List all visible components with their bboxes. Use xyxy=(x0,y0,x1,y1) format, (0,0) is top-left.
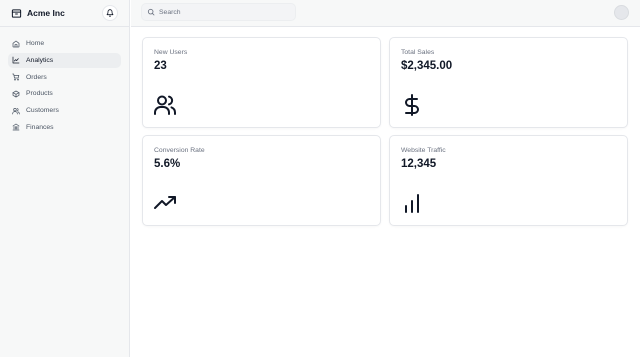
stat-card-conversion-rate: Conversion Rate 5.6% xyxy=(142,135,381,226)
search-icon xyxy=(147,8,155,16)
bar-chart-icon xyxy=(400,191,424,215)
package-icon xyxy=(11,8,22,19)
card-label: Total Sales xyxy=(401,49,435,56)
package-icon xyxy=(12,90,20,98)
sidebar-item-label: Analytics xyxy=(26,56,54,64)
line-chart-icon xyxy=(12,56,20,64)
bank-icon xyxy=(12,123,20,131)
shopping-cart-icon xyxy=(12,73,20,81)
card-label: Website Traffic xyxy=(401,147,446,154)
card-value: 23 xyxy=(154,60,167,72)
sidebar-item-label: Customers xyxy=(26,107,59,115)
stat-card-website-traffic: Website Traffic 12,345 xyxy=(389,135,628,226)
sidebar-item-label: Home xyxy=(26,40,45,47)
sidebar-item-label: Orders xyxy=(26,73,47,81)
sidebar-item-customers[interactable]: Customers xyxy=(8,103,121,118)
card-value: 12,345 xyxy=(401,158,437,170)
card-label: Conversion Rate xyxy=(154,147,205,154)
top-bar xyxy=(131,0,640,27)
sidebar-item-orders[interactable]: Orders xyxy=(8,70,121,85)
sidebar-item-products[interactable]: Products xyxy=(8,86,121,101)
card-value: 5.6% xyxy=(154,158,181,170)
sidebar-item-finances[interactable]: Finances xyxy=(8,120,121,135)
home-icon xyxy=(12,40,20,48)
bell-icon xyxy=(106,9,114,17)
card-value: $2,345.00 xyxy=(401,60,453,72)
card-label: New Users xyxy=(154,49,188,56)
brand-name[interactable]: Acme Inc xyxy=(27,8,65,18)
sidebar-item-label: Finances xyxy=(26,123,54,131)
users-icon xyxy=(12,107,20,115)
search-box[interactable] xyxy=(141,3,296,21)
stat-card-new-users: New Users 23 xyxy=(142,37,381,128)
sidebar-item-home[interactable]: Home xyxy=(8,36,121,51)
notifications-button[interactable] xyxy=(102,5,118,21)
stat-card-total-sales: Total Sales $2,345.00 xyxy=(389,37,628,128)
sidebar-item-label: Products xyxy=(26,90,53,98)
sidebar-nav: Home Analytics Orders Products Customers… xyxy=(0,27,129,135)
sidebar-item-analytics[interactable]: Analytics xyxy=(8,52,121,68)
avatar[interactable] xyxy=(614,5,629,20)
sidebar: Acme Inc Home Analytics Orders Products … xyxy=(0,0,130,357)
users-icon xyxy=(153,93,177,117)
search-input[interactable] xyxy=(159,8,289,16)
dollar-sign-icon xyxy=(400,93,424,117)
brand-row: Acme Inc xyxy=(0,0,129,27)
trending-up-icon xyxy=(153,191,177,215)
